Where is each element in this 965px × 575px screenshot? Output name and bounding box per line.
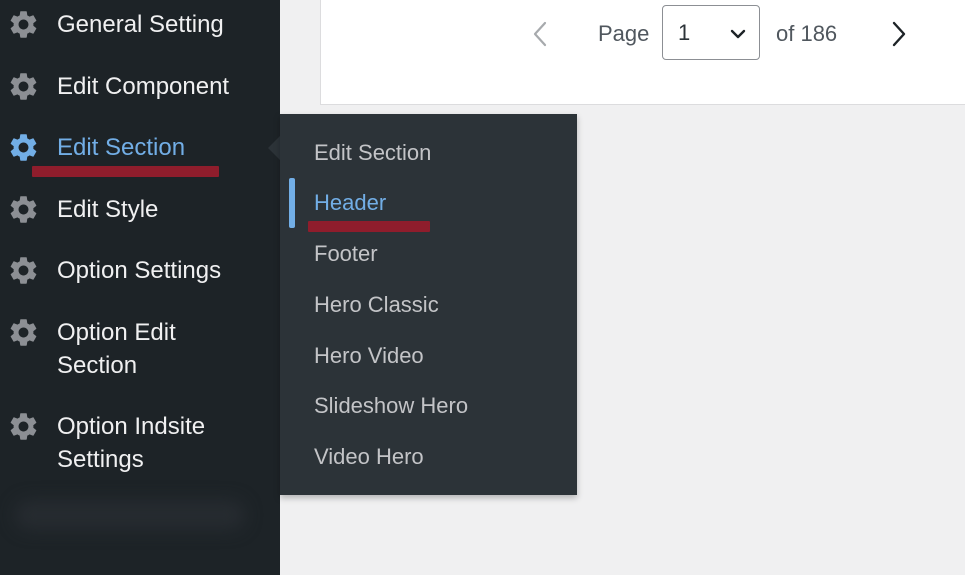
sidebar-item-edit-section[interactable]: Edit Section	[0, 131, 280, 164]
sidebar-item-label-line2: Section	[57, 352, 138, 379]
edit-section-submenu: Edit Section Header Footer Hero Classic …	[280, 114, 577, 495]
page-number-select[interactable]: 1	[662, 5, 760, 60]
submenu-item-video-hero[interactable]: Video Hero	[314, 442, 424, 472]
sidebar-item-general-setting[interactable]: General Setting	[0, 8, 280, 41]
gear-icon	[10, 413, 37, 440]
gear-icon	[10, 257, 37, 284]
previous-page-button[interactable]	[525, 16, 555, 52]
sidebar-item-edit-component[interactable]: Edit Component	[0, 70, 280, 103]
submenu-item-edit-section[interactable]: Edit Section	[314, 138, 431, 168]
active-indicator	[289, 178, 295, 228]
next-page-button[interactable]	[884, 16, 914, 52]
submenu-item-header[interactable]: Header	[314, 188, 386, 218]
total-pages-label: of 186	[776, 21, 838, 46]
sidebar-item-label-line2: Settings	[57, 446, 144, 473]
chevron-left-icon	[533, 21, 547, 47]
submenu-item-slideshow-hero[interactable]: Slideshow Hero	[314, 391, 468, 421]
gear-icon	[10, 319, 37, 346]
sidebar-item-label-line1: Option Edit	[57, 319, 176, 346]
sidebar-item-label-line1: Option Indsite	[57, 413, 206, 440]
submenu-pointer	[268, 136, 280, 160]
sidebar-item-option-indsite-settings[interactable]: Option Indsite Settings	[0, 410, 280, 476]
gear-icon	[10, 196, 37, 223]
annotation-underline	[308, 221, 430, 232]
sidebar-item-label: Edit Component	[57, 73, 230, 100]
sidebar-item-label: Edit Style	[57, 196, 159, 223]
gear-icon	[10, 134, 37, 161]
sidebar-item-option-settings[interactable]: Option Settings	[0, 254, 280, 287]
current-page-value: 1	[678, 20, 691, 45]
submenu-item-hero-classic[interactable]: Hero Classic	[314, 290, 439, 320]
sidebar-item-option-edit-section[interactable]: Option Edit Section	[0, 316, 280, 382]
sidebar-item-label: General Setting	[57, 11, 224, 38]
gear-icon	[10, 11, 37, 38]
chevron-right-icon	[892, 21, 906, 47]
sidebar-item-label: Option Settings	[57, 257, 222, 284]
submenu-item-hero-video[interactable]: Hero Video	[314, 341, 424, 371]
pagination-panel	[320, 0, 965, 105]
annotation-underline	[32, 166, 219, 177]
sidebar-item-label: Edit Section	[57, 134, 186, 161]
page-label: Page	[598, 21, 650, 46]
blurred-sidebar-item	[15, 500, 245, 530]
sidebar-item-edit-style[interactable]: Edit Style	[0, 193, 280, 226]
submenu-item-footer[interactable]: Footer	[314, 239, 378, 269]
chevron-down-icon	[730, 29, 746, 39]
admin-sidebar: General Setting Edit Component Edit Sect…	[0, 0, 280, 575]
gear-icon	[10, 73, 37, 100]
